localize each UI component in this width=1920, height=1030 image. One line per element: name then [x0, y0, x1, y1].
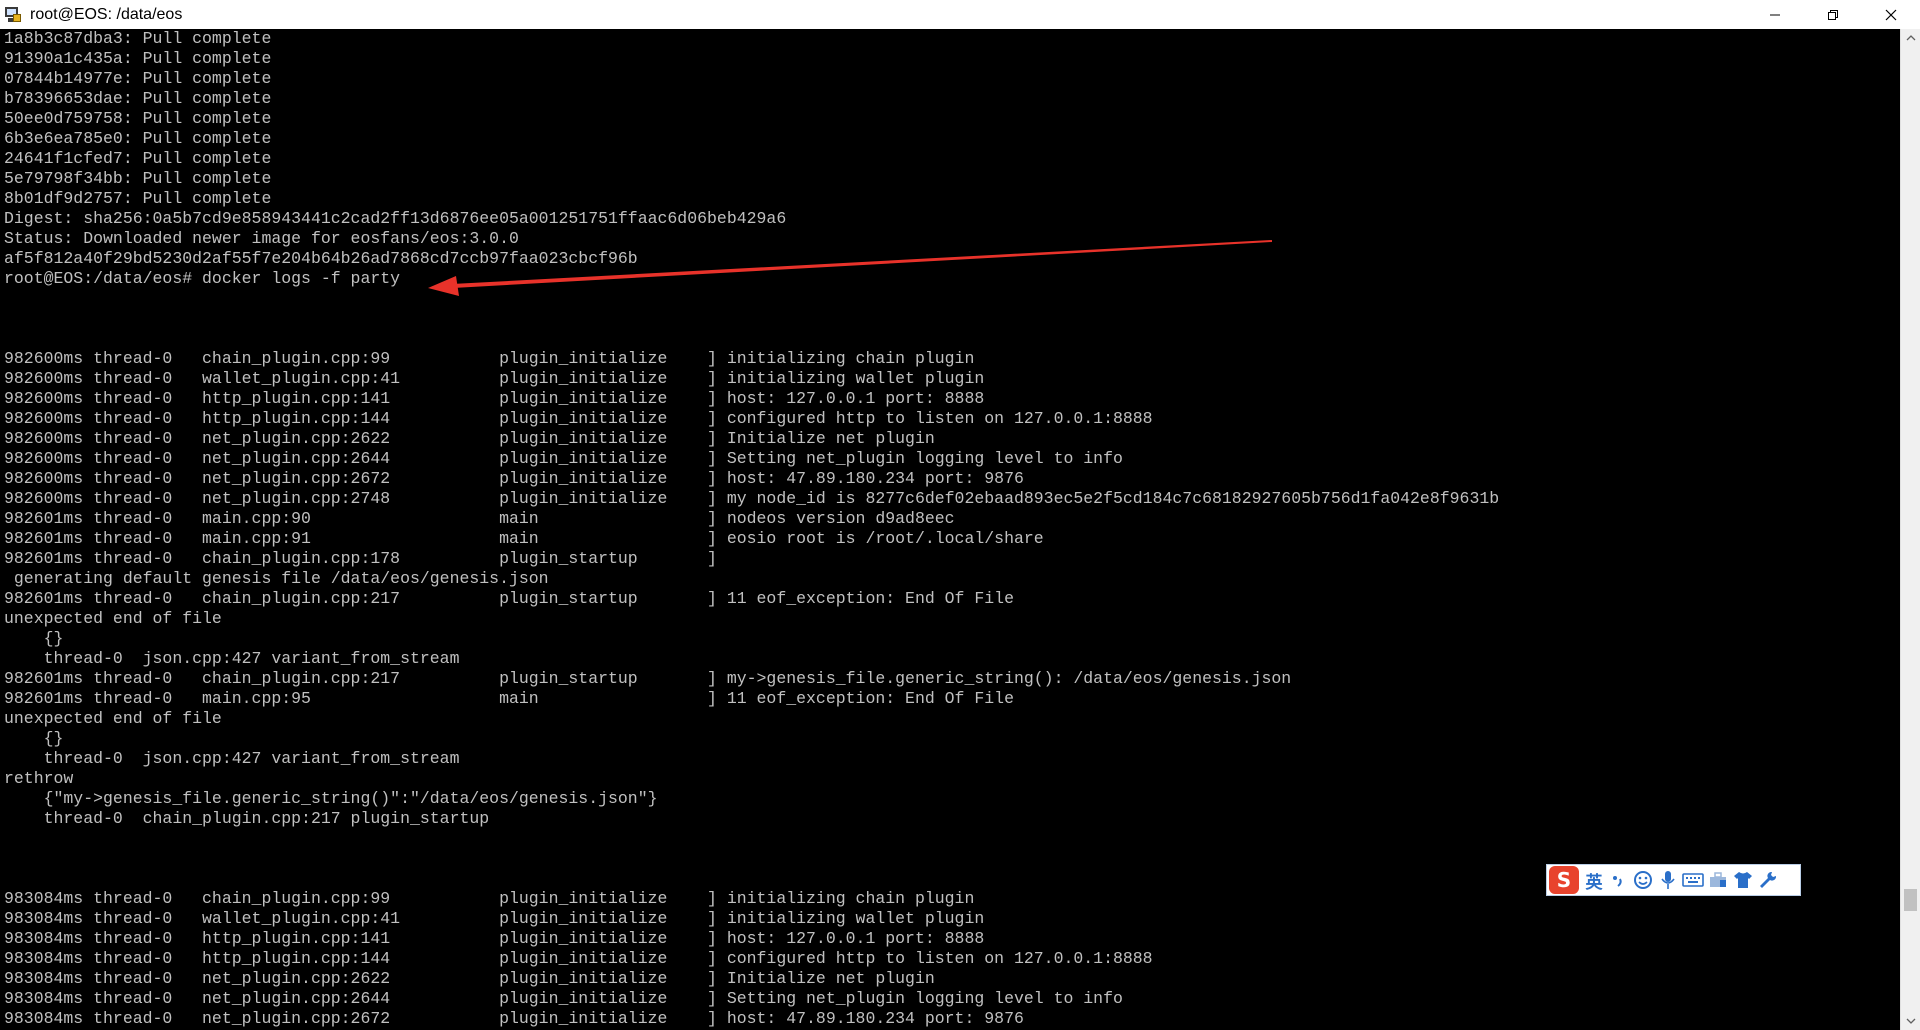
toolbox-icon[interactable]	[1705, 866, 1730, 894]
terminal-line: 983084ms thread-0 net_plugin.cpp:2672 pl…	[4, 1009, 1024, 1028]
close-icon	[1885, 9, 1897, 20]
terminal-line: 50ee0d759758: Pull complete	[4, 109, 272, 128]
terminal-line: 982601ms thread-0 chain_plugin.cpp:217 p…	[4, 589, 1014, 608]
terminal-line: 983084ms thread-0 wallet_plugin.cpp:41 p…	[4, 909, 985, 928]
terminal-line: 983084ms thread-0 net_plugin.cpp:2644 pl…	[4, 989, 1123, 1008]
terminal-line: 982600ms thread-0 net_plugin.cpp:2622 pl…	[4, 429, 935, 448]
scroll-thumb[interactable]	[1904, 889, 1917, 911]
terminal-line: 982600ms thread-0 net_plugin.cpp:2672 pl…	[4, 469, 1024, 488]
chevron-up-icon	[1906, 35, 1916, 41]
terminal-line: 983084ms thread-0 net_plugin.cpp:2622 pl…	[4, 969, 935, 988]
ime-logo-icon[interactable]: S	[1549, 866, 1579, 894]
ime-language-toggle[interactable]: 英	[1583, 868, 1605, 893]
restore-button[interactable]	[1804, 0, 1862, 29]
punctuation-icon[interactable]	[1605, 866, 1630, 894]
terminal-line: 982601ms thread-0 chain_plugin.cpp:217 p…	[4, 669, 1292, 688]
ime-toolbar[interactable]: S 英	[1546, 864, 1801, 896]
restore-icon	[1828, 9, 1838, 20]
minimize-button[interactable]	[1746, 0, 1804, 29]
terminal-line: 91390a1c435a: Pull complete	[4, 49, 272, 68]
terminal-line: 5e79798f34bb: Pull complete	[4, 169, 272, 188]
terminal-line: 982601ms thread-0 main.cpp:91 main ] eos…	[4, 529, 1044, 548]
terminal-line: Digest: sha256:0a5b7cd9e858943441c2cad2f…	[4, 209, 787, 228]
terminal-line: thread-0 json.cpp:427 variant_from_strea…	[4, 749, 460, 768]
terminal-line: unexpected end of file	[4, 609, 222, 628]
close-button[interactable]	[1862, 0, 1920, 29]
emoji-icon[interactable]	[1630, 866, 1655, 894]
vertical-scrollbar[interactable]	[1900, 29, 1920, 1030]
title-bar[interactable]: root@EOS: /data/eos	[0, 0, 1920, 30]
skin-icon[interactable]	[1730, 866, 1755, 894]
terminal-line: 982600ms thread-0 chain_plugin.cpp:99 pl…	[4, 349, 975, 368]
scroll-down-button[interactable]	[1901, 1012, 1920, 1030]
terminal-line: 982601ms thread-0 chain_plugin.cpp:178 p…	[4, 549, 717, 568]
terminal-line: rethrow	[4, 769, 74, 788]
terminal-line: generating default genesis file /data/eo…	[4, 569, 549, 588]
chevron-down-icon	[1906, 1018, 1916, 1024]
terminal-line: thread-0 chain_plugin.cpp:217 plugin_sta…	[4, 809, 490, 828]
terminal-line: 983084ms thread-0 http_plugin.cpp:144 pl…	[4, 949, 1153, 968]
terminal-line: 8b01df9d2757: Pull complete	[4, 189, 272, 208]
terminal-line: Status: Downloaded newer image for eosfa…	[4, 229, 519, 248]
terminal-line: 24641f1cfed7: Pull complete	[4, 149, 272, 168]
terminal-line: 982600ms thread-0 net_plugin.cpp:2644 pl…	[4, 449, 1123, 468]
terminal-line: 982600ms thread-0 net_plugin.cpp:2748 pl…	[4, 489, 1500, 508]
terminal-line: af5f812a40f29bd5230d2af55f7e204b64b26ad7…	[4, 249, 638, 268]
microphone-icon[interactable]	[1655, 866, 1680, 894]
keyboard-icon[interactable]	[1680, 866, 1705, 894]
minimize-icon	[1770, 14, 1780, 15]
terminal-line: 982600ms thread-0 wallet_plugin.cpp:41 p…	[4, 369, 985, 388]
terminal-line: unexpected end of file	[4, 709, 222, 728]
terminal-line: b78396653dae: Pull complete	[4, 89, 272, 108]
terminal-line: 1a8b3c87dba3: Pull complete	[4, 29, 272, 48]
terminal-line: 982601ms thread-0 main.cpp:95 main ] 11 …	[4, 689, 1014, 708]
terminal-line: 6b3e6ea785e0: Pull complete	[4, 129, 272, 148]
terminal-line: {}	[4, 729, 64, 748]
terminal-line: 982600ms thread-0 http_plugin.cpp:141 pl…	[4, 389, 985, 408]
terminal-line: {}	[4, 629, 64, 648]
terminal-line: 982601ms thread-0 main.cpp:90 main ] nod…	[4, 509, 955, 528]
putty-app-icon[interactable]	[4, 6, 22, 24]
terminal-line: 983084ms thread-0 http_plugin.cpp:141 pl…	[4, 929, 985, 948]
scroll-up-button[interactable]	[1901, 29, 1920, 47]
window-title: root@EOS: /data/eos	[30, 5, 183, 23]
terminal-line: 07844b14977e: Pull complete	[4, 69, 272, 88]
terminal-line: {"my->genesis_file.generic_string()":"/d…	[4, 789, 658, 808]
terminal-line: thread-0 json.cpp:427 variant_from_strea…	[4, 649, 460, 668]
window-controls	[1746, 0, 1920, 29]
terminal-line: 982600ms thread-0 http_plugin.cpp:144 pl…	[4, 409, 1153, 428]
terminal-line: root@EOS:/data/eos# docker logs -f party	[4, 269, 401, 288]
settings-icon[interactable]	[1755, 866, 1780, 894]
